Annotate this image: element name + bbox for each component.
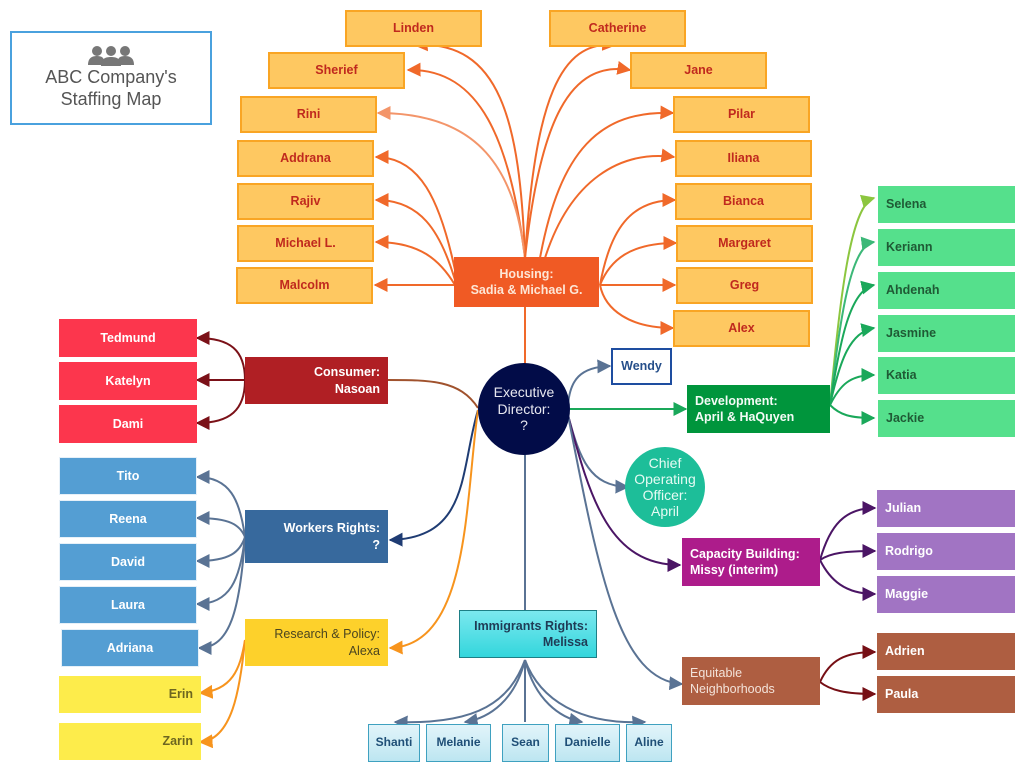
link-immigrants-danielle xyxy=(524,659,584,727)
staff-jasmine[interactable]: Jasmine xyxy=(878,315,1015,352)
staff-melanie[interactable]: Melanie xyxy=(426,724,491,762)
staff-tedmund[interactable]: Tedmund xyxy=(59,319,197,357)
link-immigrants-shanti xyxy=(393,659,526,730)
staff-aline[interactable]: Aline xyxy=(626,724,672,762)
link-housing-sherief xyxy=(406,62,526,259)
coo-node[interactable]: Chief Operating Officer: April xyxy=(625,447,705,527)
staff-greg[interactable]: Greg xyxy=(676,267,813,304)
staff-julian[interactable]: Julian xyxy=(877,490,1015,527)
link-eq-paula xyxy=(819,681,877,701)
staff-dami[interactable]: Dami xyxy=(59,405,197,443)
dept-immigrants-rights[interactable]: Immigrants Rights: Melissa xyxy=(459,610,597,658)
staff-katia[interactable]: Katia xyxy=(878,357,1015,394)
staff-maggie[interactable]: Maggie xyxy=(877,576,1015,613)
link-housing-pilar xyxy=(539,105,675,259)
staff-reena[interactable]: Reena xyxy=(59,500,197,538)
link-immigrants-aline xyxy=(524,659,647,730)
link-housing-alex xyxy=(599,284,675,335)
staff-sean[interactable]: Sean xyxy=(502,724,549,762)
staff-rodrigo[interactable]: Rodrigo xyxy=(877,533,1015,570)
map-title-box: ABC Company's Staffing Map xyxy=(10,31,212,125)
link-housing-catherine xyxy=(524,36,617,259)
dept-development[interactable]: Development: April & HaQuyen xyxy=(687,385,830,433)
staff-erin[interactable]: Erin xyxy=(59,676,201,713)
link-eq-adrien xyxy=(819,645,877,683)
link-housing-addrana xyxy=(374,150,456,271)
staff-david[interactable]: David xyxy=(59,543,197,581)
dept-consumer[interactable]: Consumer: Nasoan xyxy=(245,357,388,404)
link-housing-jane xyxy=(524,61,632,259)
staff-tito[interactable]: Tito xyxy=(59,457,197,495)
map-title-line2: Staffing Map xyxy=(60,89,162,109)
staff-michael-l[interactable]: Michael L. xyxy=(237,225,374,262)
staff-selena[interactable]: Selena xyxy=(878,186,1015,223)
staff-malcolm[interactable]: Malcolm xyxy=(236,267,373,304)
link-housing-margaret xyxy=(599,236,678,286)
link-research-zarin xyxy=(198,639,246,749)
map-title-line1: ABC Company's xyxy=(45,67,177,88)
link-dev-selena xyxy=(829,194,876,406)
link-cap-rodrigo xyxy=(819,544,877,561)
link-cap-maggie xyxy=(819,559,877,601)
people-group-icon xyxy=(88,46,134,67)
staff-iliana[interactable]: Iliana xyxy=(675,140,812,177)
staff-wendy[interactable]: Wendy xyxy=(611,348,672,385)
staff-keriann[interactable]: Keriann xyxy=(878,229,1015,266)
link-workers-adriana xyxy=(197,536,246,655)
staff-alex[interactable]: Alex xyxy=(673,310,810,347)
staff-katelyn[interactable]: Katelyn xyxy=(59,362,197,400)
staff-adriana[interactable]: Adriana xyxy=(61,629,199,667)
staff-shanti[interactable]: Shanti xyxy=(368,724,420,762)
link-housing-rini xyxy=(376,106,526,259)
staff-jane[interactable]: Jane xyxy=(630,52,767,89)
staff-rini[interactable]: Rini xyxy=(240,96,377,133)
staff-margaret[interactable]: Margaret xyxy=(676,225,813,262)
staff-zarin[interactable]: Zarin xyxy=(59,723,201,760)
link-exec-workers xyxy=(388,409,479,547)
staff-bianca[interactable]: Bianca xyxy=(675,183,812,220)
link-workers-david xyxy=(195,536,246,568)
link-consumer-dami xyxy=(195,379,246,430)
link-dev-jackie xyxy=(829,404,876,425)
staff-laura[interactable]: Laura xyxy=(59,586,197,624)
staff-rajiv[interactable]: Rajiv xyxy=(237,183,374,220)
staff-paula[interactable]: Paula xyxy=(877,676,1015,713)
dept-capacity-building[interactable]: Capacity Building: Missy (interim) xyxy=(682,538,820,586)
staff-adrien[interactable]: Adrien xyxy=(877,633,1015,670)
staff-catherine[interactable]: Catherine xyxy=(549,10,686,47)
executive-director-node[interactable]: Executive Director: ? xyxy=(478,363,570,455)
link-exec-wendy xyxy=(567,359,612,406)
dept-workers-rights[interactable]: Workers Rights: ? xyxy=(245,510,388,563)
link-workers-reena xyxy=(195,511,246,538)
link-housing-iliana xyxy=(544,148,676,259)
staff-sherief[interactable]: Sherief xyxy=(268,52,405,89)
link-consumer-tedmund xyxy=(195,331,246,381)
staff-pilar[interactable]: Pilar xyxy=(673,96,810,133)
dept-housing[interactable]: Housing: Sadia & Michael G. xyxy=(454,257,599,307)
staff-danielle[interactable]: Danielle xyxy=(555,724,620,762)
dept-research-policy[interactable]: Research & Policy: Alexa xyxy=(245,619,388,666)
staff-addrana[interactable]: Addrana xyxy=(237,140,374,177)
link-exec-consumer xyxy=(387,379,479,409)
staff-jackie[interactable]: Jackie xyxy=(878,400,1015,437)
dept-equitable-neighborhoods[interactable]: Equitable Neighborhoods xyxy=(682,657,820,705)
staff-ahdenah[interactable]: Ahdenah xyxy=(878,272,1015,309)
staff-linden[interactable]: Linden xyxy=(345,10,482,47)
